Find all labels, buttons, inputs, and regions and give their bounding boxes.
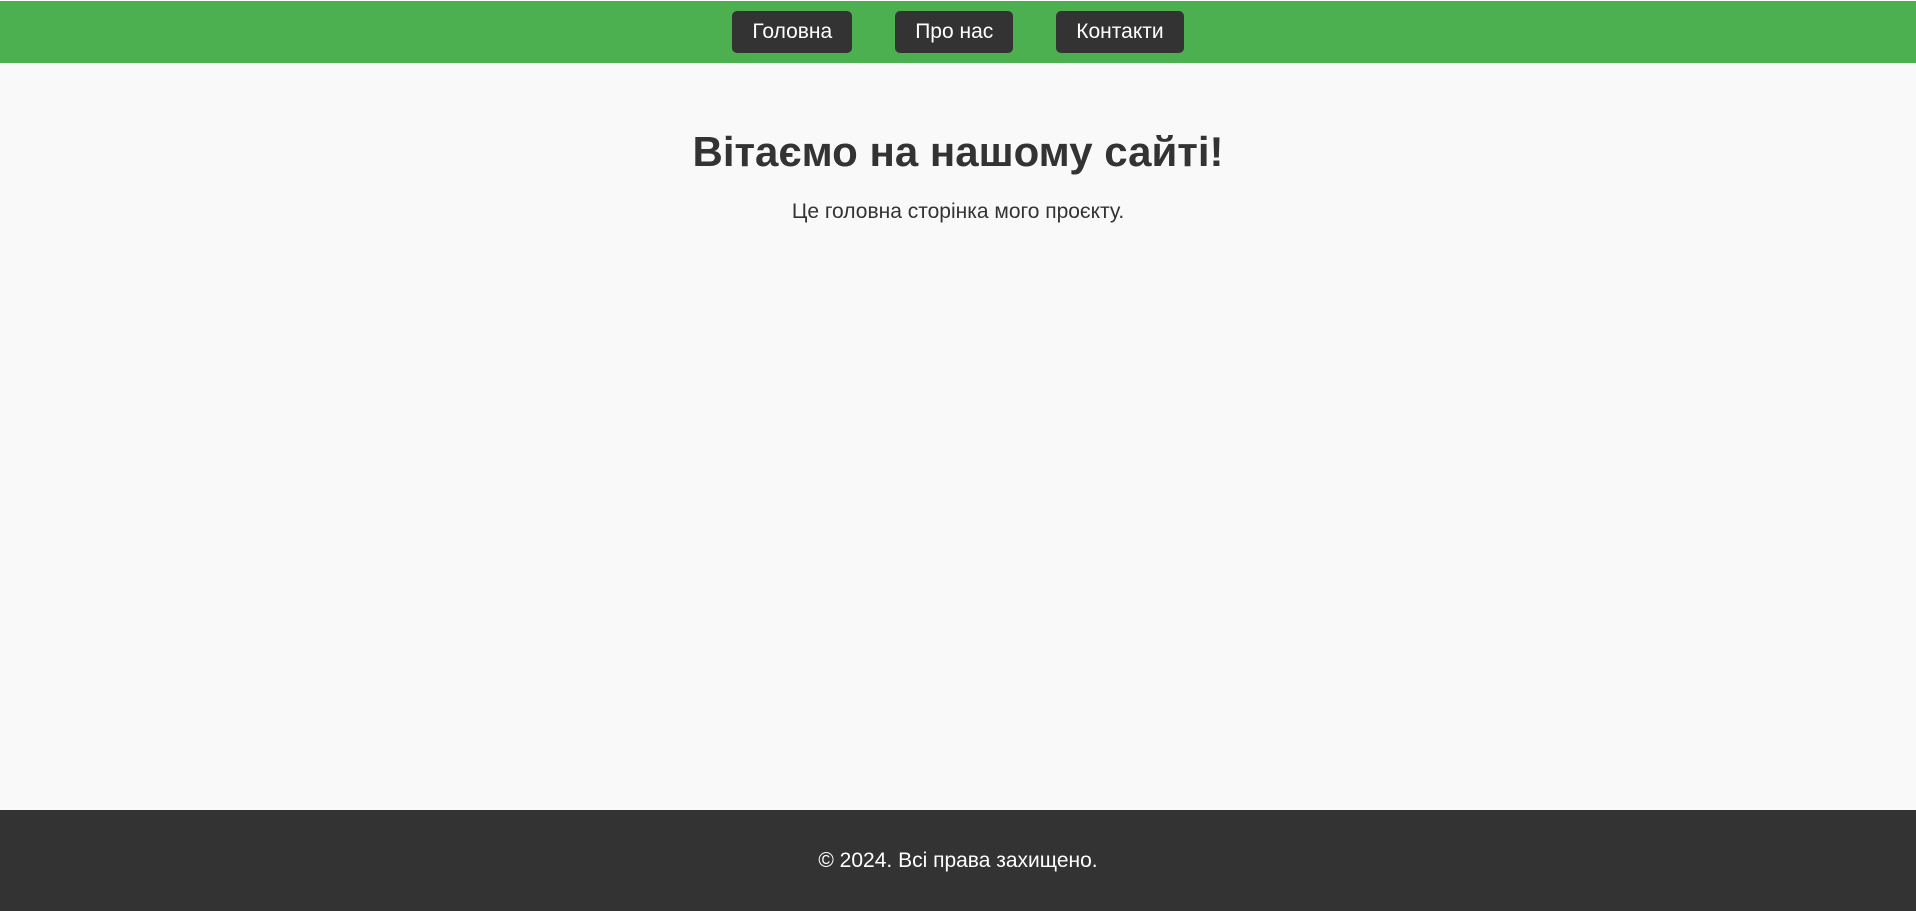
top-navbar: Головна Про нас Контакти — [0, 0, 1916, 63]
page-title: Вітаємо на нашому сайті! — [692, 128, 1224, 175]
main-content: Вітаємо на нашому сайті! Це головна стор… — [0, 63, 1916, 810]
nav-about-button[interactable]: Про нас — [895, 11, 1014, 53]
footer-copyright: © 2024. Всі права захищено. — [818, 848, 1098, 872]
page-footer: © 2024. Всі права захищено. — [0, 810, 1916, 911]
nav-contacts-button[interactable]: Контакти — [1056, 11, 1184, 53]
nav-home-button[interactable]: Головна — [732, 11, 853, 53]
page-subtitle: Це головна сторінка мого проєкту. — [791, 200, 1125, 223]
